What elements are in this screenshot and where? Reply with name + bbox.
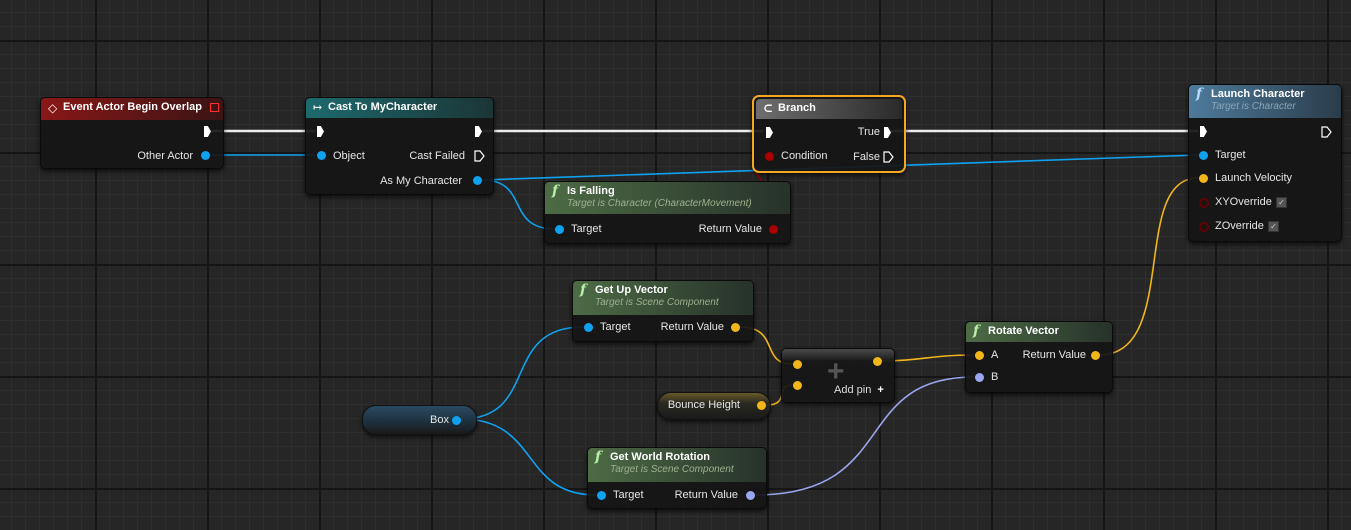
node-header: ⊂ Branch <box>756 99 902 119</box>
pin-label: XYOverride <box>1215 196 1272 208</box>
variable-label: Box <box>430 414 449 426</box>
bounce-height-variable-node[interactable]: Bounce Height <box>657 392 771 420</box>
variable-label: Bounce Height <box>667 399 740 411</box>
input-b-pin[interactable] <box>793 381 802 390</box>
pin-label: Return Value <box>660 321 724 333</box>
pin-label: Other Actor <box>137 150 193 162</box>
object-pin[interactable] <box>317 151 326 160</box>
pin-label: ZOverride <box>1215 220 1264 232</box>
condition-pin[interactable] <box>765 152 774 161</box>
rotate-vector-node[interactable]: f Rotate Vector A B Return Value <box>965 321 1113 393</box>
node-header: f Get World Rotation Target is Scene Com… <box>588 448 766 482</box>
output-pin[interactable] <box>873 357 882 366</box>
branch-node[interactable]: ⊂ Branch True Condition False <box>752 95 906 173</box>
node-header: f Launch Character Target is Character <box>1189 85 1341 118</box>
input-a-pin[interactable] <box>793 360 802 369</box>
add-pin-button[interactable]: Add pin + <box>834 384 884 396</box>
node-header: f Get Up Vector Target is Scene Componen… <box>573 281 753 315</box>
pin-label: Target <box>571 223 602 235</box>
node-header: f Is Falling Target is Character (Charac… <box>545 182 790 214</box>
pin-label: Object <box>333 150 365 162</box>
z-override-pin[interactable] <box>1199 222 1209 232</box>
return-value-pin[interactable] <box>746 491 755 500</box>
pin-label: Return Value <box>674 489 738 501</box>
get-up-vector-node[interactable]: f Get Up Vector Target is Scene Componen… <box>572 280 754 342</box>
node-header: f Rotate Vector <box>966 322 1112 342</box>
pin-label: Return Value <box>698 223 762 235</box>
b-pin[interactable] <box>975 373 984 382</box>
target-pin[interactable] <box>597 491 606 500</box>
pin-label: Target <box>1215 149 1246 161</box>
function-icon: f <box>580 282 587 298</box>
vector-wire <box>881 354 975 362</box>
pin-label: False <box>853 151 880 163</box>
pin-label: Cast Failed <box>409 150 465 162</box>
target-pin[interactable] <box>1199 151 1208 160</box>
return-value-pin[interactable] <box>769 225 778 234</box>
is-falling-node[interactable]: f Is Falling Target is Character (Charac… <box>544 181 791 244</box>
pin-label: Target <box>613 489 644 501</box>
xy-override-pin[interactable] <box>1199 198 1209 208</box>
vector-wire <box>1098 177 1199 356</box>
pin-label: A <box>991 349 999 361</box>
object-wire <box>460 326 584 420</box>
target-pin[interactable] <box>584 323 593 332</box>
cast-to-mycharacter-node[interactable]: ↦ Cast To MyCharacter Object Cast Failed… <box>305 97 494 195</box>
pin-label: Launch Velocity <box>1215 172 1293 184</box>
box-variable-node[interactable]: Box <box>362 405 477 435</box>
event-actor-begin-overlap-node[interactable]: ◇ Event Actor Begin Overlap Other Actor <box>40 97 224 169</box>
launch-character-node[interactable]: f Launch Character Target is Character T… <box>1188 84 1342 242</box>
pin-label: Condition <box>781 150 828 162</box>
add-pin-plus-icon: + <box>877 384 884 396</box>
return-value-pin[interactable] <box>731 323 740 332</box>
xy-override-checkbox[interactable]: ✓ <box>1276 197 1287 208</box>
a-pin[interactable] <box>975 351 984 360</box>
function-icon: f <box>1196 86 1203 102</box>
get-world-rotation-node[interactable]: f Get World Rotation Target is Scene Com… <box>587 447 767 509</box>
as-my-character-pin[interactable] <box>473 176 482 185</box>
box-pin[interactable] <box>452 416 461 425</box>
branch-icon: ⊂ <box>763 101 774 115</box>
bounce-height-pin[interactable] <box>757 401 766 410</box>
event-diamond-icon: ◇ <box>48 101 58 115</box>
return-value-pin[interactable] <box>1091 351 1100 360</box>
plus-icon: + <box>827 355 845 388</box>
function-icon: f <box>595 449 602 465</box>
cast-failed-exec-pin[interactable] <box>474 150 485 162</box>
cast-arrow-icon: ↦ <box>313 101 323 114</box>
z-override-checkbox[interactable]: ✓ <box>1268 221 1279 232</box>
launch-velocity-pin[interactable] <box>1199 174 1208 183</box>
false-exec-pin[interactable] <box>883 151 894 163</box>
pin-label: B <box>991 371 999 383</box>
node-header: ↦ Cast To MyCharacter <box>306 98 493 118</box>
pin-label: As My Character <box>380 175 462 187</box>
pin-label: True <box>857 126 880 138</box>
pin-label: Target <box>600 321 631 333</box>
function-icon: f <box>973 323 980 339</box>
pin-label: Return Value <box>1022 349 1086 361</box>
delegate-pin-icon[interactable] <box>210 103 219 112</box>
target-pin[interactable] <box>555 225 564 234</box>
function-icon: f <box>552 183 559 199</box>
node-header: ◇ Event Actor Begin Overlap <box>41 98 223 120</box>
other-actor-pin[interactable] <box>201 151 210 160</box>
add-vector-node[interactable]: + Add pin + <box>781 348 895 403</box>
object-wire <box>460 418 597 496</box>
exec-out-pin[interactable] <box>1321 126 1332 138</box>
